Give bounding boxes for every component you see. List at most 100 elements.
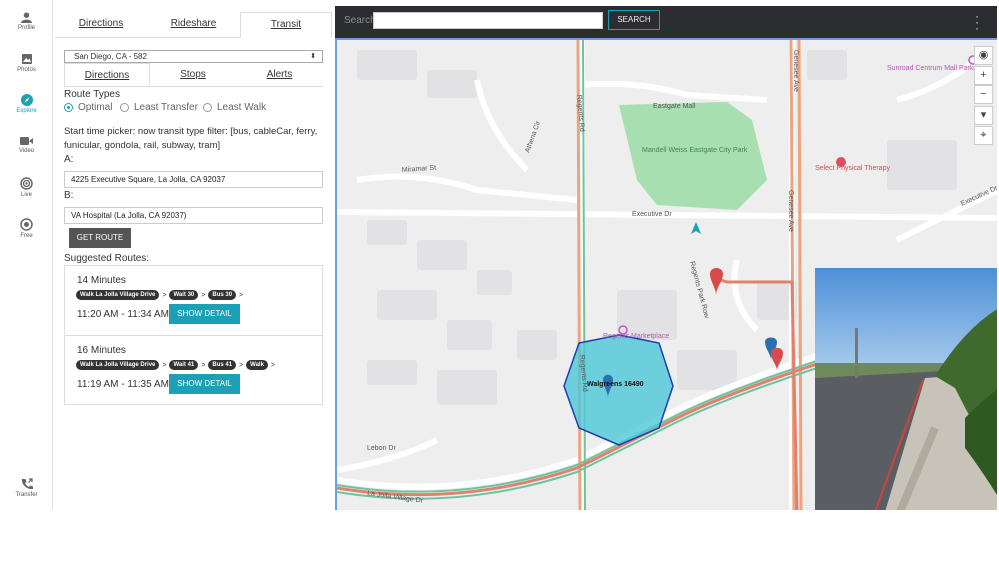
route-duration: 16 Minutes	[77, 345, 126, 356]
nav-item-photos[interactable]: Photos	[0, 53, 53, 73]
compass-icon: ◉	[978, 49, 989, 61]
route-steps: Walk La Jolla Village Drive > Wait 41 > …	[76, 360, 278, 370]
radio-least-walk-label: Least Walk	[217, 102, 267, 113]
nav-label-explore: Explore	[16, 108, 37, 114]
zoom-out-button[interactable]: −	[974, 85, 993, 104]
person-icon	[21, 12, 32, 23]
nav-label-video: Video	[18, 148, 35, 154]
step-chip: Wait 41	[169, 360, 199, 370]
map-compass-button[interactable]: ◉	[974, 46, 993, 65]
route-time: 11:19 AM - 11:35 AM	[77, 379, 169, 390]
chevron-right-icon: >	[201, 361, 206, 369]
label-walgreens: Walgreens 16490	[587, 381, 644, 388]
nav-label-live: Live	[20, 192, 32, 198]
nav-item-explore[interactable]: Explore	[0, 94, 53, 114]
nav-rail: Profile Photos Explore Video Live Free T…	[0, 0, 53, 510]
nav-label-profile: Profile	[17, 25, 35, 31]
route-card: 14 Minutes Walk La Jolla Village Drive >…	[65, 266, 322, 335]
tab-rideshare[interactable]: Rideshare	[147, 12, 240, 38]
chevron-right-icon: >	[201, 291, 206, 299]
tab-directions[interactable]: Directions	[55, 12, 147, 38]
radio-optimal-label: Optimal	[78, 102, 113, 113]
radio-checked-icon	[64, 103, 73, 112]
street-view-thumbnail[interactable]	[815, 268, 997, 510]
label-park: Mandell Weiss Eastgate City Park	[642, 147, 748, 154]
destination-input[interactable]: VA Hospital (La Jolla, CA 92037)	[64, 207, 323, 224]
nav-label-photos: Photos	[17, 67, 36, 73]
show-detail-button[interactable]: SHOW DETAIL	[169, 374, 240, 394]
step-chip: Walk La Jolla Village Drive	[76, 360, 160, 370]
label-sunroad: Sunroad Centrum Mall Parking	[887, 65, 983, 72]
subtab-alerts[interactable]: Alerts	[236, 63, 323, 87]
pegman-icon: ▾	[980, 109, 987, 121]
subtab-stops[interactable]: Stops	[150, 63, 236, 87]
chevron-right-icon: >	[162, 291, 167, 299]
select-arrows-icon: ⬍	[310, 53, 316, 60]
subtab-directions[interactable]: Directions	[64, 63, 150, 87]
search-label: Search	[344, 15, 376, 26]
chevron-right-icon: >	[270, 361, 276, 369]
radio-unchecked-icon	[120, 103, 129, 112]
street-view-button[interactable]: ▾	[974, 106, 993, 125]
destination-label: B:	[64, 190, 74, 201]
nav-label-transfer: Transfer	[15, 492, 38, 498]
map-search-bar: Search SEARCH · · ·	[335, 6, 997, 38]
route-steps: Walk La Jolla Village Drive > Wait 30 > …	[76, 290, 246, 300]
phone-transfer-icon	[21, 478, 33, 490]
transit-panel: Directions Rideshare Transit San Diego, …	[53, 0, 335, 510]
label-eastgate-mall: Eastgate Mall	[653, 103, 696, 110]
label-executive-dr: Executive Dr	[632, 211, 672, 218]
app: Profile Photos Explore Video Live Free T…	[0, 0, 999, 562]
label-therapy: Select Physical Therapy	[815, 165, 890, 172]
nav-item-video[interactable]: Video	[0, 136, 53, 154]
zoom-out-icon: −	[980, 88, 987, 100]
tab-transit[interactable]: Transit	[240, 12, 332, 38]
nav-item-live[interactable]: Live	[0, 177, 53, 198]
my-location-button[interactable]: ⌖	[974, 126, 993, 145]
chevron-right-icon: >	[162, 361, 167, 369]
radio-optimal[interactable]: Optimal	[64, 102, 112, 113]
label-genesee-ave: Genesee Ave	[792, 50, 799, 92]
map-section: Search SEARCH · · · Eastgate Mall Mandel…	[335, 0, 997, 510]
live-icon	[20, 177, 33, 190]
walgreens-area[interactable]	[563, 334, 674, 446]
route-time: 11:20 AM - 11:34 AM	[77, 309, 169, 320]
origin-input[interactable]: 4225 Executive Square, La Jolla, CA 9203…	[64, 171, 323, 188]
nav-label-free: Free	[20, 233, 33, 239]
street-light-pole	[855, 328, 858, 378]
show-detail-button[interactable]: SHOW DETAIL	[169, 304, 240, 324]
label-marketplace: Regents Marketplace	[603, 333, 669, 340]
nav-item-profile[interactable]: Profile	[0, 12, 53, 31]
transit-filter-note: Start time picker: now transit type filt…	[64, 126, 318, 151]
radio-least-transfer-label: Least Transfer	[134, 102, 198, 113]
sub-tabs: Directions Stops Alerts	[64, 63, 323, 87]
chevron-right-icon: >	[239, 361, 244, 369]
more-options-icon[interactable]: · · ·	[975, 10, 979, 34]
route-types-label: Route Types	[64, 89, 120, 100]
chevron-right-icon: >	[239, 291, 244, 299]
location-icon: ⌖	[980, 129, 987, 141]
route-duration: 14 Minutes	[77, 275, 126, 286]
zoom-in-icon: +	[980, 69, 987, 81]
label-lebon-dr: Lebon Dr	[367, 445, 396, 452]
map-view[interactable]: Eastgate Mall Mandell Weiss Eastgate Cit…	[335, 38, 997, 510]
search-button[interactable]: SEARCH	[608, 10, 660, 30]
get-route-button[interactable]: GET ROUTE	[69, 228, 131, 248]
step-chip: Bus 30	[208, 290, 237, 300]
zoom-in-button[interactable]: +	[974, 66, 993, 85]
video-icon	[20, 137, 33, 145]
street-view-image	[815, 268, 997, 510]
free-icon	[20, 218, 33, 231]
suggested-routes-label: Suggested Routes:	[64, 253, 150, 264]
nav-item-transfer[interactable]: Transfer	[0, 478, 53, 498]
label-genesee-ave-lower: Genesee Ave	[787, 190, 794, 232]
route-select-value: San Diego, CA - 582	[74, 52, 147, 61]
suggested-routes-list: 14 Minutes Walk La Jolla Village Drive >…	[64, 265, 323, 405]
radio-least-transfer[interactable]: Least Transfer	[120, 102, 198, 113]
compass-icon	[20, 94, 33, 106]
step-chip: Walk La Jolla Village Drive	[76, 290, 160, 300]
nav-item-free[interactable]: Free	[0, 218, 53, 239]
radio-least-walk[interactable]: Least Walk	[203, 102, 266, 113]
route-select[interactable]: San Diego, CA - 582 ⬍	[64, 50, 323, 63]
search-input[interactable]	[373, 12, 603, 29]
